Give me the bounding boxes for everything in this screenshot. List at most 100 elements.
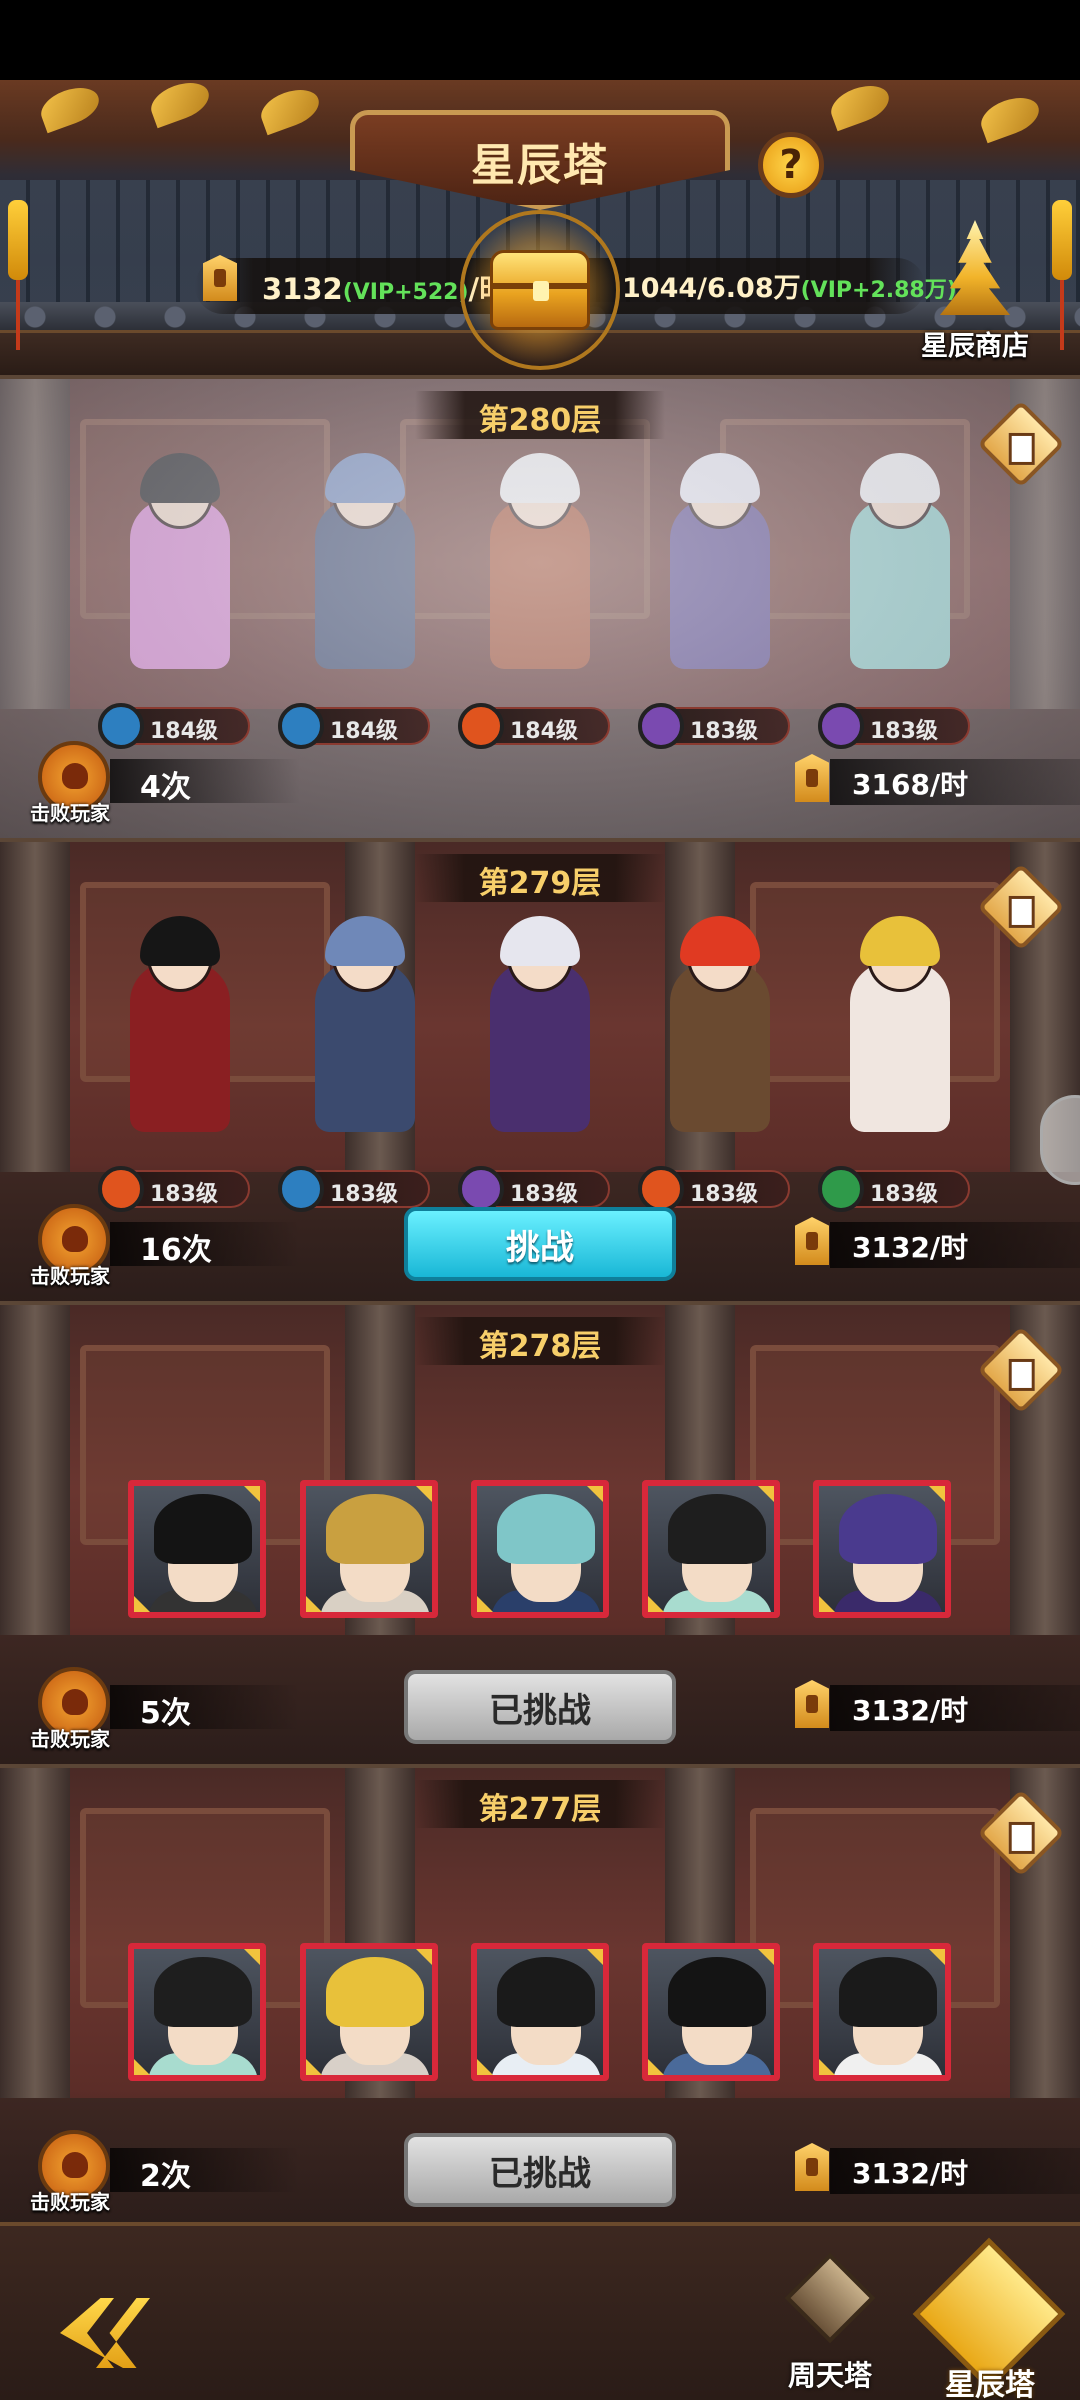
hero-portrait[interactable] bbox=[300, 1480, 438, 1618]
portrait-corner bbox=[585, 1949, 603, 1967]
hero-level-text: 183级 bbox=[510, 1182, 578, 1207]
star-shop-button[interactable] bbox=[920, 220, 1030, 330]
moon-element-icon bbox=[458, 1166, 504, 1212]
floor-278: 第278层 击败玩家 5次 已挑战 3132/时 bbox=[0, 1301, 1080, 1764]
challenged-button[interactable]: 已挑战 bbox=[404, 2133, 676, 2207]
help-button[interactable]: ? bbox=[758, 132, 824, 198]
hero-hair bbox=[680, 916, 760, 966]
pillar bbox=[0, 1768, 70, 2098]
pagoda-icon bbox=[940, 220, 1010, 315]
enemy-hero[interactable] bbox=[290, 916, 440, 1142]
portrait-corner bbox=[242, 1486, 260, 1504]
portrait-corner bbox=[927, 1486, 945, 1504]
hero-hair bbox=[325, 916, 405, 966]
page-title: 星辰塔 bbox=[471, 140, 609, 191]
hero-portrait[interactable] bbox=[813, 1480, 951, 1618]
hero-portrait[interactable] bbox=[471, 1943, 609, 2081]
enemy-hero[interactable] bbox=[465, 916, 615, 1142]
water-element-icon bbox=[278, 1166, 324, 1212]
portrait-corner bbox=[414, 1949, 432, 1967]
portrait-hair bbox=[497, 1957, 595, 2027]
portrait-corner bbox=[819, 1594, 837, 1612]
stored-income-value: 1044/6.08万 bbox=[622, 273, 801, 304]
portrait-corner bbox=[585, 1486, 603, 1504]
portrait-hair bbox=[154, 1494, 252, 1564]
decor-leaf-icon bbox=[35, 80, 105, 134]
defeat-count: 4次 bbox=[140, 770, 191, 805]
star-tower-label: 星辰塔 bbox=[945, 2368, 1035, 2400]
hero-portrait[interactable] bbox=[128, 1943, 266, 2081]
portrait-corner bbox=[648, 2057, 666, 2075]
challenge-button[interactable]: 挑战 bbox=[404, 1207, 676, 1281]
enemy-hero[interactable] bbox=[645, 916, 795, 1142]
portrait-corner bbox=[477, 2057, 495, 2075]
hero-portrait[interactable] bbox=[813, 1943, 951, 2081]
portrait-corner bbox=[242, 1949, 260, 1967]
star-coin-icon bbox=[795, 1680, 829, 1728]
water-element-icon bbox=[278, 703, 324, 749]
pillar bbox=[0, 842, 70, 1172]
star-coin-icon bbox=[795, 2143, 829, 2191]
portrait-corner bbox=[477, 1594, 495, 1612]
hero-portrait[interactable] bbox=[642, 1480, 780, 1618]
decor-leaf-icon bbox=[975, 90, 1045, 144]
defeat-count-bar bbox=[110, 759, 300, 803]
back-arrow-icon[interactable] bbox=[60, 2298, 150, 2368]
hero-level: 184级 bbox=[98, 703, 250, 749]
tower-header: 星辰塔 ? 3132(VIP+522)/时 1044/6.08万(VIP+2.8… bbox=[0, 80, 1080, 375]
hourly-income-vip: (VIP+522) bbox=[342, 280, 469, 305]
portrait-hair bbox=[839, 1957, 937, 2027]
star-shop-label: 星辰商店 bbox=[921, 331, 1029, 362]
moon-element-icon bbox=[638, 703, 684, 749]
hero-portrait[interactable] bbox=[642, 1943, 780, 2081]
hero-level: 183级 bbox=[818, 1166, 970, 1212]
portrait-hair bbox=[326, 1957, 424, 2027]
wood-element-icon bbox=[818, 1166, 864, 1212]
hero-level: 184级 bbox=[458, 703, 610, 749]
hero-level: 184级 bbox=[278, 703, 430, 749]
defeat-count: 5次 bbox=[140, 1696, 191, 1731]
portrait-corner bbox=[306, 1594, 324, 1612]
portrait-corner bbox=[134, 1594, 152, 1612]
enemy-hero[interactable] bbox=[825, 916, 975, 1142]
pillar bbox=[0, 1305, 70, 1635]
portrait-corner bbox=[819, 2057, 837, 2075]
hero-level-text: 184级 bbox=[150, 719, 218, 744]
hero-hair bbox=[140, 916, 220, 966]
floor-label: 第280层 bbox=[478, 403, 602, 438]
floor-label: 第278层 bbox=[478, 1329, 602, 1364]
floor-label: 第279层 bbox=[478, 866, 602, 901]
zhoutian-tower-icon bbox=[784, 2252, 876, 2344]
challenged-button[interactable]: 已挑战 bbox=[404, 1670, 676, 1744]
enemy-hero[interactable] bbox=[105, 916, 255, 1142]
star-coin-icon bbox=[795, 754, 829, 802]
star-coin-icon bbox=[795, 1217, 829, 1265]
treasure-chest-button[interactable] bbox=[490, 250, 590, 330]
zhoutian-tower-button[interactable] bbox=[770, 2252, 890, 2356]
hero-portrait[interactable] bbox=[128, 1480, 266, 1618]
portrait-corner bbox=[306, 2057, 324, 2075]
water-element-icon bbox=[98, 703, 144, 749]
floor-277: 第277层 击败玩家 2次 已挑战 3132/时 bbox=[0, 1764, 1080, 2227]
hero-portrait[interactable] bbox=[300, 1943, 438, 2081]
portrait-hair bbox=[154, 1957, 252, 2027]
floor-280: 第280层 184级 184级 184级 183级 183级 击败玩家 4次 3… bbox=[0, 375, 1080, 838]
hero-hair bbox=[860, 916, 940, 966]
fire-element-icon bbox=[458, 703, 504, 749]
portrait-hair bbox=[839, 1494, 937, 1564]
bottom-nav: 周天塔 星辰塔 bbox=[0, 2222, 1080, 2400]
portrait-corner bbox=[927, 1949, 945, 1967]
hero-level: 183级 bbox=[638, 703, 790, 749]
floor-label: 第277层 bbox=[478, 1792, 602, 1827]
hero-portrait[interactable] bbox=[471, 1480, 609, 1618]
defeat-count: 16次 bbox=[140, 1233, 212, 1268]
lantern-icon bbox=[1052, 200, 1072, 350]
hero-level-text: 183级 bbox=[690, 1182, 758, 1207]
floor-279: 第279层 183级 183级 183级 183级 183级 击败玩家 16次 … bbox=[0, 838, 1080, 1301]
hero-level-text: 183级 bbox=[150, 1182, 218, 1207]
decor-leaf-icon bbox=[825, 80, 895, 132]
fire-element-icon bbox=[638, 1166, 684, 1212]
hero-level-text: 184级 bbox=[330, 719, 398, 744]
hero-level: 183级 bbox=[458, 1166, 610, 1212]
floor-reward: 3132/时 bbox=[852, 1694, 969, 1727]
